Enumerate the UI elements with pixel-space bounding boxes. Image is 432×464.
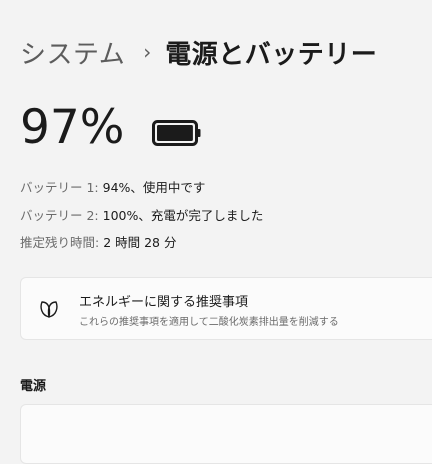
remaining-time-value: 2 時間 28 分: [103, 235, 177, 250]
battery-1-label: バッテリー 1:: [20, 180, 99, 195]
battery-level-fill: [157, 125, 193, 141]
battery-2-label: バッテリー 2:: [20, 208, 99, 223]
page-title: 電源とバッテリー: [165, 40, 378, 70]
breadcrumb-chevron-icon: ›: [143, 39, 152, 64]
power-settings-card[interactable]: [20, 404, 432, 464]
breadcrumb: システム › 電源とバッテリー: [20, 34, 377, 71]
battery-1-status: バッテリー 1: 94%、使用中です: [20, 177, 205, 196]
battery-percentage: 97%: [20, 100, 125, 155]
battery-2-value: 100%、充電が完了しました: [102, 208, 264, 223]
remaining-time-label: 推定残り時間:: [20, 235, 100, 250]
power-section-header: 電源: [20, 379, 47, 394]
remaining-time: 推定残り時間: 2 時間 28 分: [20, 232, 176, 251]
energy-recommendations-card[interactable]: エネルギーに関する推奨事項 これらの推奨事項を適用して二酸化炭素排出量を削減する: [20, 277, 432, 340]
energy-recommendations-subtitle: これらの推奨事項を適用して二酸化炭素排出量を削減する: [79, 317, 339, 328]
breadcrumb-system-link[interactable]: システム: [20, 34, 125, 71]
battery-2-status: バッテリー 2: 100%、充電が完了しました: [20, 205, 263, 224]
leaf-icon: [40, 301, 58, 318]
battery-1-value: 94%、使用中です: [102, 180, 206, 195]
energy-recommendations-title: エネルギーに関する推奨事項: [79, 295, 249, 310]
battery-icon: [152, 120, 201, 146]
